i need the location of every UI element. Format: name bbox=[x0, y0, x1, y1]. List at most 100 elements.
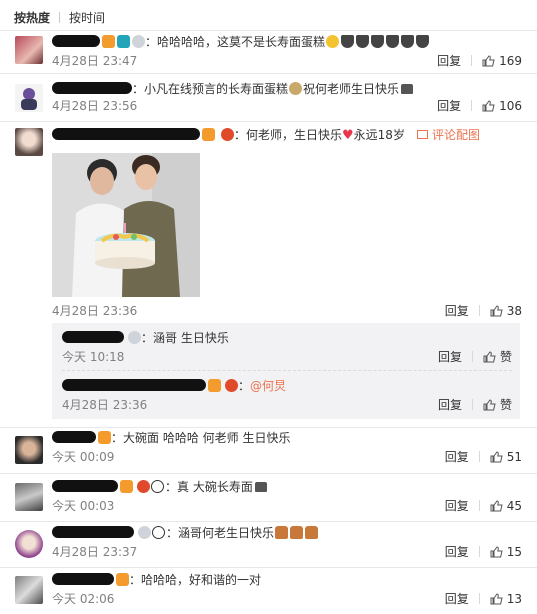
vip-badge-icon bbox=[208, 379, 221, 392]
cake-emoji-icon bbox=[275, 526, 289, 539]
like-count[interactable]: 51 bbox=[507, 450, 522, 464]
cake-emoji-icon bbox=[254, 482, 267, 492]
fan-badge-icon bbox=[221, 128, 234, 141]
sort-by-time-tab[interactable]: 按时间 bbox=[69, 11, 105, 25]
like-thumb-icon[interactable] bbox=[490, 451, 503, 463]
reply-text: ：涵哥 生日快乐 bbox=[141, 331, 229, 345]
sort-divider bbox=[59, 12, 61, 23]
like-thumb-icon[interactable] bbox=[483, 351, 496, 363]
reply-button[interactable]: 回复 bbox=[445, 545, 469, 559]
redacted-username[interactable] bbox=[52, 82, 132, 94]
comment-item: ：哈哈哈哈，这莫不是长寿面蛋糕 4月28日 23:47 回复 169 bbox=[0, 30, 537, 70]
like-count[interactable]: 45 bbox=[507, 499, 522, 513]
noodle-cake-emoji-icon bbox=[289, 82, 303, 95]
comment-photo[interactable] bbox=[52, 153, 200, 297]
like-thumb-icon[interactable] bbox=[482, 100, 495, 112]
silver-medal-icon bbox=[132, 35, 145, 48]
like-count[interactable]: 106 bbox=[499, 99, 522, 113]
comment-text: ：哈哈哈，好和谐的一对 bbox=[129, 573, 262, 587]
like-thumb-icon[interactable] bbox=[483, 399, 496, 411]
comment-timestamp: 4月28日 23:36 bbox=[52, 304, 138, 318]
cake-emoji-icon bbox=[290, 526, 304, 539]
reply-button[interactable]: 回复 bbox=[437, 54, 461, 68]
action-divider bbox=[471, 351, 473, 362]
comment-timestamp: 今天 00:09 bbox=[52, 450, 115, 464]
like-thumb-icon[interactable] bbox=[490, 305, 503, 317]
vip-badge-icon bbox=[116, 573, 129, 586]
comment-image-link[interactable]: 评论配图 bbox=[416, 128, 480, 142]
panda-emoji-icon bbox=[151, 480, 164, 493]
fan-badge-icon bbox=[137, 480, 150, 493]
reply-button[interactable]: 回复 bbox=[437, 99, 461, 113]
comment-line: ：何老师，生日快乐♥永远18岁 评论配图 bbox=[52, 126, 527, 144]
like-button-label[interactable]: 赞 bbox=[500, 350, 512, 364]
like-thumb-icon[interactable] bbox=[482, 55, 495, 67]
reply-box: ：涵哥 生日快乐 今天 10:18 回复赞 ：@何炅 4月28日 23:36 回复赞 bbox=[52, 323, 520, 419]
avatar[interactable] bbox=[15, 576, 43, 604]
sort-by-hot-tab[interactable]: 按热度 bbox=[14, 11, 50, 25]
like-count[interactable]: 169 bbox=[499, 54, 522, 68]
image-icon bbox=[416, 130, 428, 139]
like-count[interactable]: 15 bbox=[507, 545, 522, 559]
comment-item: ：大碗面 哈哈哈 何老师 生日快乐 今天 00:09 回复 51 bbox=[0, 427, 537, 473]
like-count[interactable]: 38 bbox=[507, 304, 522, 318]
reply-timestamp: 4月28日 23:36 bbox=[62, 398, 148, 412]
cake-emoji-icon bbox=[401, 84, 414, 94]
comment-meta: 4月28日 23:47 回复 169 bbox=[52, 53, 522, 69]
avatar[interactable] bbox=[15, 84, 43, 112]
redacted-username[interactable] bbox=[52, 35, 100, 47]
comment-timestamp: 今天 00:03 bbox=[52, 499, 115, 513]
comment-line: ：小凡在线预言的长寿面蛋糕 祝何老师生日快乐 bbox=[52, 80, 527, 98]
action-divider bbox=[478, 546, 480, 557]
reply-button[interactable]: 回复 bbox=[445, 450, 469, 464]
avatar[interactable] bbox=[15, 483, 43, 511]
avatar[interactable] bbox=[15, 530, 43, 558]
reply-button[interactable]: 回复 bbox=[438, 350, 462, 364]
comment-timestamp: 今天 02:06 bbox=[52, 592, 115, 606]
avatar[interactable] bbox=[15, 36, 43, 64]
comment-meta: 今天 00:09 回复 51 bbox=[52, 449, 522, 465]
like-thumb-icon[interactable] bbox=[490, 593, 503, 605]
mention-link[interactable]: @何炅 bbox=[250, 379, 286, 393]
reply-button[interactable]: 回复 bbox=[445, 499, 469, 513]
avatar[interactable] bbox=[15, 128, 43, 156]
reply-text: ： bbox=[238, 379, 251, 393]
reply-timestamp: 今天 10:18 bbox=[62, 350, 125, 364]
comment-item: ：真 大碗长寿面 今天 00:03 回复 45 bbox=[0, 473, 537, 521]
bowl-emoji-icon bbox=[371, 35, 385, 48]
vip-badge-icon bbox=[98, 431, 111, 444]
reply-button[interactable]: 回复 bbox=[445, 592, 469, 606]
avatar[interactable] bbox=[15, 436, 43, 464]
bowl-emoji-icon bbox=[416, 35, 430, 48]
comment-meta: 4月28日 23:56 回复 106 bbox=[52, 98, 522, 114]
action-divider bbox=[478, 593, 480, 604]
comment-text: ：涵哥何老生日快乐 bbox=[166, 526, 275, 540]
redacted-username[interactable] bbox=[52, 573, 114, 585]
comment-text: ：真 大碗长寿面 bbox=[165, 480, 253, 494]
comment-timestamp: 4月28日 23:37 bbox=[52, 545, 138, 559]
comment-meta: 今天 00:03 回复 45 bbox=[52, 498, 522, 514]
comment-text: ：何老师，生日快乐 bbox=[234, 128, 343, 142]
action-divider bbox=[471, 55, 473, 66]
reply-button[interactable]: 回复 bbox=[445, 304, 469, 318]
like-thumb-icon[interactable] bbox=[490, 546, 503, 558]
redacted-username[interactable] bbox=[52, 431, 96, 443]
comment-line: ：大碗面 哈哈哈 何老师 生日快乐 bbox=[52, 429, 527, 447]
redacted-username[interactable] bbox=[52, 526, 134, 538]
redacted-username[interactable] bbox=[52, 128, 200, 140]
like-button-label[interactable]: 赞 bbox=[500, 398, 512, 412]
redacted-username[interactable] bbox=[62, 331, 124, 343]
comment-line: ：哈哈哈哈，这莫不是长寿面蛋糕 bbox=[52, 33, 527, 51]
like-count[interactable]: 13 bbox=[507, 592, 522, 606]
sort-bar: 按热度 按时间 bbox=[14, 9, 105, 25]
redacted-username[interactable] bbox=[62, 379, 206, 391]
silver-medal-icon bbox=[138, 526, 151, 539]
reply-button[interactable]: 回复 bbox=[438, 398, 462, 412]
like-thumb-icon[interactable] bbox=[490, 500, 503, 512]
action-divider bbox=[478, 451, 480, 462]
comment-line: ：真 大碗长寿面 bbox=[52, 478, 527, 496]
action-divider bbox=[471, 100, 473, 111]
redacted-username[interactable] bbox=[52, 480, 118, 492]
comment-item: ：小凡在线预言的长寿面蛋糕 祝何老师生日快乐 4月28日 23:56 回复 106 bbox=[0, 73, 537, 121]
comment-meta: 4月28日 23:36 回复 38 bbox=[52, 303, 522, 319]
